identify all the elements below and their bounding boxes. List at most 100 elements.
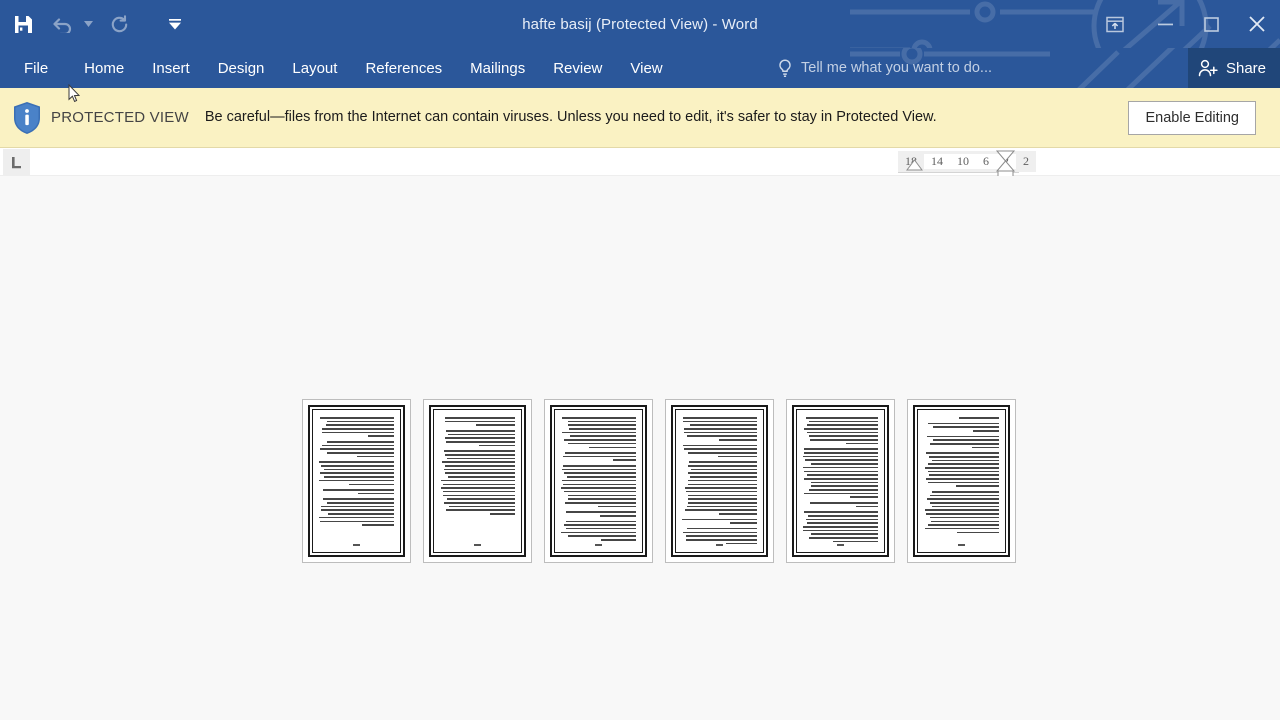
paragraph: [924, 417, 999, 419]
text-line: [803, 477, 878, 480]
page-number: [545, 533, 652, 551]
paragraph: [682, 444, 757, 458]
tab-insert[interactable]: Insert: [138, 48, 204, 88]
page-thumbnail[interactable]: [907, 399, 1016, 563]
text-line: [689, 461, 757, 463]
page-thumbnail[interactable]: [544, 399, 653, 563]
text-line: [323, 468, 394, 471]
page-text-area: [554, 409, 643, 553]
text-line: [803, 466, 878, 469]
undo-icon[interactable]: [46, 7, 80, 41]
text-line: [687, 498, 757, 500]
ribbon-tab-bar: File Home Insert Design Layout Reference…: [0, 48, 1280, 88]
tab-references[interactable]: References: [351, 48, 456, 88]
text-line: [803, 452, 878, 454]
text-line: [807, 474, 878, 476]
page-text-area: [796, 409, 885, 553]
maximize-icon[interactable]: [1188, 0, 1234, 48]
text-line: [447, 476, 515, 478]
word-window: hafte basij (Protected View) - Word File…: [0, 0, 1280, 720]
ribbon-tabs: File Home Insert Design Layout Reference…: [0, 48, 677, 88]
text-line: [927, 470, 999, 473]
save-icon[interactable]: [6, 7, 40, 41]
lightbulb-icon: [779, 58, 791, 77]
first-line-indent-marker[interactable]: [906, 159, 923, 171]
text-line: [597, 505, 636, 508]
share-button[interactable]: Share: [1187, 48, 1280, 88]
text-line: [445, 472, 515, 475]
tab-review[interactable]: Review: [539, 48, 616, 88]
text-line: [925, 513, 999, 515]
paragraph: [924, 452, 999, 487]
ruler-mark: 2: [1023, 154, 1029, 168]
text-line: [926, 435, 999, 438]
text-line: [805, 518, 878, 521]
text-line: [324, 476, 394, 478]
text-line: [478, 444, 515, 447]
text-line: [348, 483, 394, 486]
tab-mailings[interactable]: Mailings: [456, 48, 539, 88]
text-line: [929, 474, 999, 476]
text-line: [806, 424, 878, 426]
mouse-cursor: [68, 84, 80, 103]
text-line: [924, 509, 999, 512]
text-line: [807, 514, 878, 517]
text-line: [928, 455, 999, 458]
page-number: [666, 533, 773, 551]
text-line: [927, 524, 999, 526]
tab-file[interactable]: File: [0, 48, 70, 88]
document-canvas[interactable]: [0, 176, 1280, 720]
page-thumbnail[interactable]: [302, 399, 411, 563]
text-line: [440, 479, 515, 482]
text-line: [803, 470, 878, 473]
tab-stop-selector[interactable]: [3, 149, 30, 175]
paragraph: [803, 448, 878, 498]
paragraph: [561, 465, 636, 508]
text-line: [690, 468, 757, 471]
text-line: [561, 468, 636, 471]
tell-me-search[interactable]: Tell me what you want to do...: [778, 48, 992, 88]
text-line: [803, 529, 878, 532]
enable-editing-button[interactable]: Enable Editing: [1128, 101, 1256, 135]
tab-design[interactable]: Design: [204, 48, 279, 88]
text-line: [567, 498, 636, 500]
tab-view[interactable]: View: [616, 48, 676, 88]
text-line: [569, 428, 636, 430]
text-line: [570, 435, 636, 438]
text-line: [564, 472, 636, 475]
tab-layout[interactable]: Layout: [278, 48, 351, 88]
text-line: [932, 426, 999, 428]
text-line: [321, 509, 394, 512]
text-line: [319, 472, 394, 475]
text-line: [958, 417, 999, 419]
text-line: [322, 431, 394, 434]
text-line: [810, 463, 878, 465]
text-line: [810, 439, 878, 441]
undo-dropdown-icon[interactable]: [80, 9, 96, 39]
protected-view-bar: PROTECTED VIEW Be careful—files from the…: [0, 88, 1280, 148]
text-line: [928, 463, 999, 465]
ruler-mark: 6: [976, 154, 996, 169]
text-line: [805, 417, 878, 419]
text-line: [689, 476, 757, 478]
text-line: [561, 479, 636, 482]
text-line: [322, 498, 394, 500]
customize-quick-access-icon[interactable]: [158, 7, 192, 41]
text-line: [562, 465, 636, 467]
text-line: [320, 417, 394, 419]
text-line: [599, 514, 636, 517]
horizontal-ruler[interactable]: [0, 148, 1280, 176]
ribbon-display-options-icon[interactable]: [1088, 0, 1142, 48]
page-thumbnail[interactable]: [423, 399, 532, 563]
text-line: [925, 452, 999, 454]
paragraph: [924, 491, 999, 534]
page-thumbnail[interactable]: [786, 399, 895, 563]
page-thumbnail[interactable]: [665, 399, 774, 563]
text-line: [687, 494, 757, 497]
redo-icon[interactable]: [102, 7, 136, 41]
tab-home[interactable]: Home: [70, 48, 138, 88]
minimize-icon[interactable]: [1142, 0, 1188, 48]
close-icon[interactable]: [1234, 0, 1280, 48]
text-line: [561, 487, 636, 489]
paragraph: [682, 417, 757, 441]
